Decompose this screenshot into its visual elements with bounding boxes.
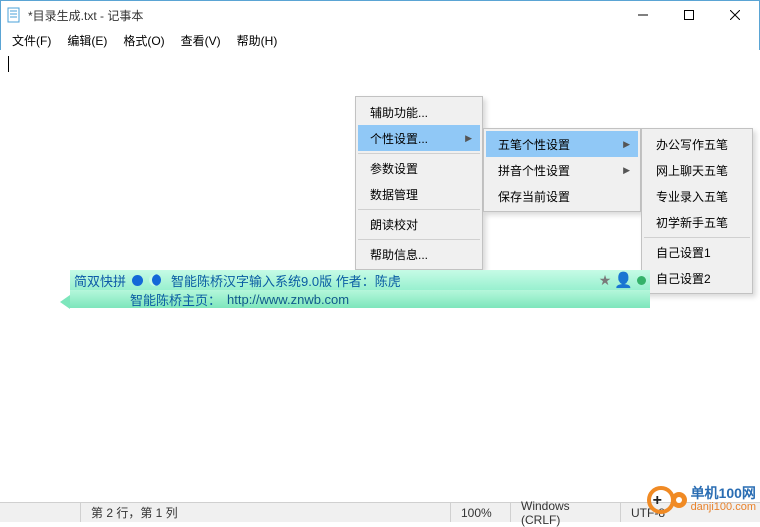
ime-homepage-url[interactable]: http://www.znwb.com [227, 292, 349, 307]
menu-item[interactable]: 辅助功能... [358, 99, 480, 125]
menu-item[interactable]: 拼音个性设置▶ [486, 157, 638, 183]
window-title: *目录生成.txt - 记事本 [28, 7, 620, 24]
status-eol: Windows (CRLF) [510, 503, 620, 522]
menu-item[interactable]: 数据管理 [358, 181, 480, 207]
menu-item[interactable]: 网上聊天五笔 [644, 157, 750, 183]
ime-green-dot-icon[interactable] [637, 276, 646, 285]
title-bar: *目录生成.txt - 记事本 [0, 0, 760, 30]
context-menu-3: 办公写作五笔网上聊天五笔专业录入五笔初学新手五笔自己设置1自己设置2 [641, 128, 753, 294]
ime-star-icon[interactable]: ★ [599, 272, 612, 289]
watermark-text-2: danji100.com [691, 500, 756, 514]
menu-item[interactable]: 自己设置1 [644, 237, 750, 265]
ime-mode-label: 简双快拼 [74, 271, 126, 290]
menu-item[interactable]: 帮助信息... [358, 239, 480, 267]
watermark-logo-icon: + [647, 482, 687, 518]
minimize-button[interactable] [620, 0, 666, 30]
status-zoom: 100% [450, 503, 510, 522]
menu-item[interactable]: 格式(O) [115, 32, 172, 49]
ime-banner-text: 智能陈桥汉字输入系统9.0版 作者：陈虎 [171, 271, 401, 290]
menu-item[interactable]: 五笔个性设置▶ [486, 131, 638, 157]
context-menu-1: 辅助功能...个性设置...▶参数设置数据管理朗读校对帮助信息... [355, 96, 483, 270]
menu-item[interactable]: 编辑(E) [59, 32, 115, 49]
menu-item[interactable]: 文件(F) [4, 32, 59, 49]
menu-item[interactable]: 个性设置...▶ [358, 125, 480, 151]
menu-item[interactable]: 办公写作五笔 [644, 131, 750, 157]
notepad-icon [6, 7, 22, 23]
watermark-text-1: 单机100网 [691, 486, 756, 500]
context-menu-2: 五笔个性设置▶拼音个性设置▶保存当前设置 [483, 128, 641, 212]
text-caret [8, 56, 9, 72]
menu-item[interactable]: 查看(V) [173, 32, 229, 49]
watermark: + 单机100网 danji100.com [647, 482, 756, 518]
ime-homepage-label: 智能陈桥主页： [130, 290, 221, 309]
close-button[interactable] [712, 0, 758, 30]
menu-item[interactable]: 专业录入五笔 [644, 183, 750, 209]
ime-person-icon[interactable]: 👤 [614, 271, 633, 289]
submenu-arrow-icon: ▶ [465, 133, 472, 144]
submenu-arrow-icon: ▶ [623, 165, 630, 176]
ime-dot-icon[interactable] [132, 275, 143, 286]
ime-status-bar: 简双快拼 智能陈桥汉字输入系统9.0版 作者：陈虎 ★ 👤 智能陈桥主页： ht… [70, 270, 650, 308]
menu-item[interactable]: 参数设置 [358, 153, 480, 181]
menu-item[interactable]: 朗读校对 [358, 209, 480, 237]
ime-bottom-row: 智能陈桥主页： http://www.znwb.com [70, 290, 650, 308]
menu-item[interactable]: 帮助(H) [229, 32, 286, 49]
menu-item[interactable]: 初学新手五笔 [644, 209, 750, 235]
menu-bar: 文件(F)编辑(E)格式(O)查看(V)帮助(H) [0, 30, 760, 50]
ime-top-row: 简双快拼 智能陈桥汉字输入系统9.0版 作者：陈虎 ★ 👤 [70, 270, 650, 290]
ime-pointer-icon [60, 295, 70, 309]
submenu-arrow-icon: ▶ [623, 139, 630, 150]
menu-item[interactable]: 保存当前设置 [486, 183, 638, 209]
menu-item[interactable]: 自己设置2 [644, 265, 750, 291]
maximize-button[interactable] [666, 0, 712, 30]
status-position: 第 2 行，第 1 列 [80, 503, 450, 522]
window-controls [620, 0, 758, 30]
ime-crescent-icon[interactable] [149, 274, 161, 286]
